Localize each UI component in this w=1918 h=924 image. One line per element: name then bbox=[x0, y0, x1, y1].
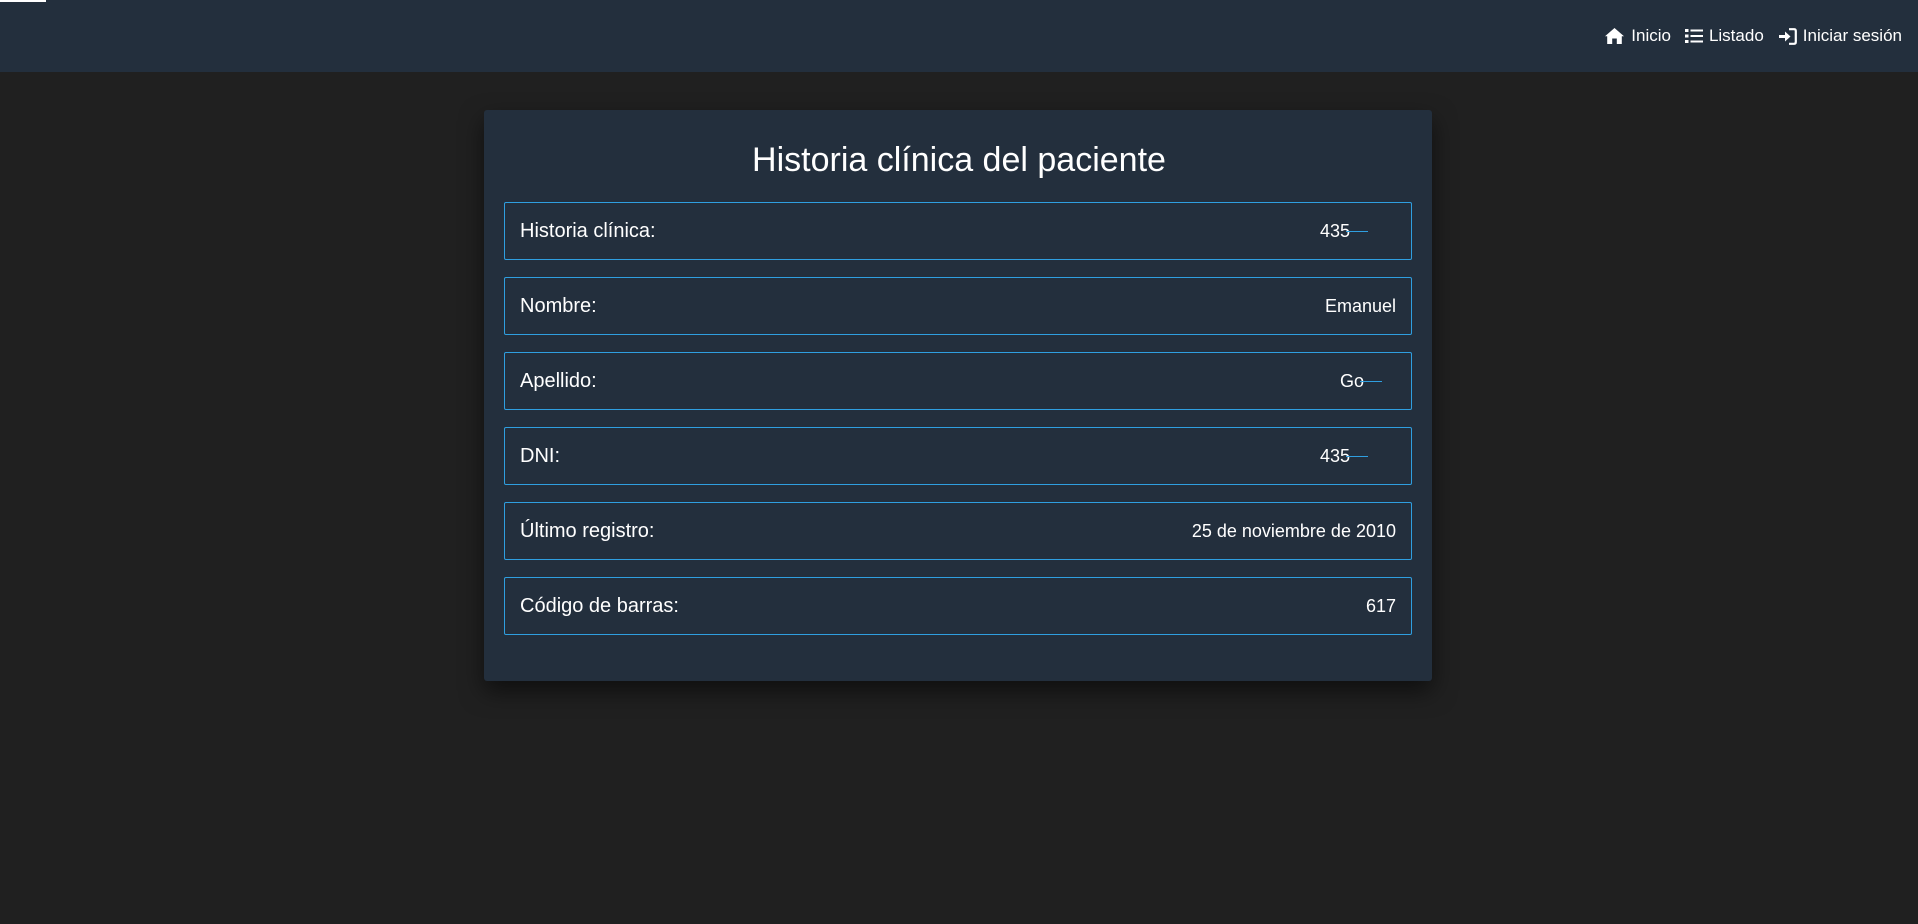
field-value: 617 bbox=[1365, 595, 1396, 616]
field-value: 25 de noviembre de 2010 bbox=[1191, 520, 1396, 541]
field-value: Emanuel bbox=[1324, 295, 1396, 316]
field-historia-clinica: Historia clínica: 435 bbox=[504, 202, 1412, 260]
field-value: 435 bbox=[1320, 221, 1396, 242]
field-value: 435 bbox=[1320, 446, 1396, 467]
field-nombre: Nombre: Emanuel bbox=[504, 277, 1412, 335]
list-icon bbox=[1684, 28, 1703, 44]
field-label: Apellido: bbox=[520, 369, 597, 392]
sign-in-icon bbox=[1778, 27, 1797, 45]
redaction-mark bbox=[1346, 456, 1368, 458]
nav-label: Inicio bbox=[1631, 26, 1671, 45]
nav-item-iniciar-sesion[interactable]: Iniciar sesión bbox=[1778, 26, 1902, 46]
field-codigo-de-barras: Código de barras: 617 bbox=[504, 577, 1412, 635]
redaction-mark bbox=[1346, 231, 1368, 233]
field-apellido: Apellido: Go bbox=[504, 352, 1412, 410]
field-value: Go bbox=[1340, 371, 1396, 392]
field-dni: DNI: 435 bbox=[504, 427, 1412, 485]
page-title: Historia clínica del paciente bbox=[752, 141, 1166, 179]
nav-label: Listado bbox=[1708, 26, 1764, 45]
nav-item-inicio[interactable]: Inicio bbox=[1604, 26, 1671, 46]
nav-label: Iniciar sesión bbox=[1802, 26, 1902, 45]
field-label: DNI: bbox=[520, 444, 560, 467]
field-label: Código de barras: bbox=[520, 594, 679, 617]
redaction-mark bbox=[1360, 381, 1382, 383]
field-label: Nombre: bbox=[520, 294, 597, 317]
nav-item-listado[interactable]: Listado bbox=[1684, 26, 1764, 46]
field-label: Último registro: bbox=[520, 519, 655, 542]
field-ultimo-registro: Último registro: 25 de noviembre de 2010 bbox=[504, 502, 1412, 560]
home-icon bbox=[1604, 27, 1625, 45]
main-nav: Inicio Listado Iniciar sesión bbox=[1604, 0, 1902, 72]
top-navbar: Inicio Listado Iniciar sesión bbox=[0, 0, 1918, 72]
corner-mark bbox=[0, 0, 46, 2]
field-label: Historia clínica: bbox=[520, 219, 656, 242]
